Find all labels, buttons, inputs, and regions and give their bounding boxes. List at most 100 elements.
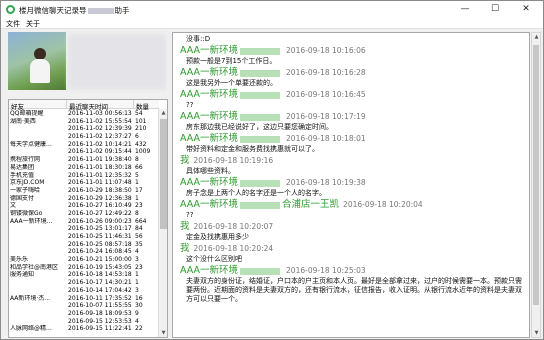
chat-scroll-thumb[interactable] <box>533 45 539 305</box>
chat-scrollbar[interactable]: ▲ ▼ <box>531 32 541 338</box>
table-row[interactable]: 人脉网络@精... 2016-09-15 11:22:41 22 <box>9 325 159 333</box>
last-chat-time: 2016-10-17 14:30:21 <box>68 279 132 287</box>
last-chat-time: 2016-09-15 11:22:41 <box>68 325 132 333</box>
table-row[interactable]: 湖南·美西 2016-11-02 15:55:54 101 <box>9 118 159 126</box>
redacted-sender-name <box>240 201 281 209</box>
redacted-sender-name <box>240 47 281 55</box>
minimize-button[interactable]: — <box>451 1 479 18</box>
table-row[interactable]: 2016-10-24 16:08:45 4 <box>9 248 159 256</box>
last-chat-time: 2016-10-11 17:35:52 <box>68 294 132 302</box>
message-text: ?? <box>186 211 194 219</box>
scroll-down-arrow-icon[interactable]: ▼ <box>160 330 167 336</box>
table-row[interactable]: AAA一新环境... 2016-10-26 09:00:23 664 <box>9 218 159 226</box>
table-scroll-thumb[interactable] <box>160 119 167 229</box>
table-scrollbar[interactable]: ▲ ▼ <box>158 109 167 337</box>
message-timestamp: 2016-09-18 10:20:04 <box>343 200 423 209</box>
table-row[interactable]: 美乐乐 2016-10-21 15:00:00 3 <box>9 256 159 264</box>
last-chat-time: 2016-10-29 12:36:38 <box>68 194 132 202</box>
table-row[interactable]: 文 2016-10-27 16:10:49 23 <box>9 202 159 210</box>
message-count: 6 <box>135 133 139 141</box>
menu-about[interactable]: 关于 <box>26 19 40 29</box>
menu-bar: 文件 关于 <box>1 18 543 29</box>
message-timestamp: 2016-09-18 10:19:16 <box>193 156 274 165</box>
table-row[interactable]: 2016-11-02 12:37:27 6 <box>9 133 159 141</box>
contacts-panel: 好友 最近聊天时间 数量 QQ邮箱提醒 2016-11-03 00:56:13 54… <box>8 32 168 338</box>
message-count: 54 <box>135 110 143 117</box>
message-count: 210 <box>135 125 147 133</box>
column-divider[interactable] <box>133 100 134 109</box>
scroll-up-arrow-icon[interactable]: ▲ <box>160 110 167 116</box>
contact-name: 美乐乐 <box>10 256 29 264</box>
table-row[interactable]: 携程旅行网 2016-11-01 19:38:40 8 <box>9 156 159 164</box>
last-chat-time: 2016-10-25 11:46:31 <box>68 233 132 240</box>
message-count: 84 <box>135 225 143 233</box>
table-row[interactable]: 2016-10-25 08:57:18 35 <box>9 241 159 249</box>
message-timestamp: 2016-09-18 10:16:06 <box>286 46 366 55</box>
title-bar[interactable]: 楼月微信聊天记录导 助手 — ☐ ✕ <box>1 1 543 18</box>
table-row[interactable]: 2016-11-02 12:39:39 210 <box>9 125 159 133</box>
message-count: 1009 <box>135 148 151 156</box>
message-sender: AAA一新环境 <box>180 67 239 78</box>
table-row[interactable]: 京东JD.COM 2016-11-01 11:07:48 1 <box>9 179 159 187</box>
message-header: AAA一新环境 2016-09-18 10:25:03 <box>180 264 525 277</box>
column-header-count[interactable]: 数量 <box>136 101 149 111</box>
table-row[interactable]: 和品学社@南港区 2016-10-19 15:43:05 23 <box>9 264 159 272</box>
message-sender: AAA一新环境 <box>180 45 239 56</box>
window-title: 楼月微信聊天记录导 助手 <box>19 5 130 16</box>
menu-file[interactable]: 文件 <box>6 19 20 29</box>
message-timestamp: 2016-09-18 10:16:28 <box>286 68 366 77</box>
column-divider[interactable] <box>66 100 67 109</box>
last-chat-time: 2016-11-02 10:14:21 <box>68 140 132 148</box>
table-row[interactable]: 2016-09-15 12:53:53 4 <box>9 318 159 326</box>
maximize-button[interactable]: ☐ <box>481 1 509 18</box>
last-chat-time: 2016-10-27 12:49:22 <box>68 209 132 217</box>
message-text: 房子念是上两个人的名字还是一个人的名字。 <box>186 189 326 197</box>
table-row[interactable]: 2016-09-18 18:09:53 9 <box>9 310 159 318</box>
table-row[interactable]: 服务通知 2016-10-18 14:53:18 1 <box>9 271 159 279</box>
last-chat-time: 2016-10-18 14:53:18 <box>68 271 132 279</box>
table-row[interactable]: 易达集团 2016-11-01 18:30:18 66 <box>9 164 159 172</box>
message-count: 3 <box>135 286 139 294</box>
table-row[interactable]: 2016-10-17 14:30:21 1 <box>9 279 159 287</box>
last-chat-time: 2016-11-01 12:35:32 <box>68 171 132 179</box>
table-row[interactable]: QQ邮箱提醒 2016-11-03 00:56:13 54 <box>9 110 159 118</box>
table-row[interactable]: 2016-11-02 09:15:44 1009 <box>9 148 159 156</box>
close-button[interactable]: ✕ <box>512 1 540 18</box>
table-row[interactable]: 德国支付 2016-10-29 12:36:38 1 <box>9 195 159 203</box>
message-count: 8 <box>135 209 139 217</box>
window-title-prefix: 楼月微信聊天记录导 <box>19 6 87 15</box>
contact-name: AAA一新环境... <box>10 217 53 225</box>
scroll-up-arrow-icon[interactable]: ▲ <box>533 34 540 40</box>
column-header-friend[interactable]: 好友 <box>11 101 24 111</box>
table-row[interactable]: 手机充值 2016-11-01 12:35:32 5 <box>9 172 159 180</box>
table-row[interactable]: 2016-10-25 13:01:17 84 <box>9 225 159 233</box>
table-row[interactable]: 一家子嗨哈 2016-10-29 18:38:50 17 <box>9 187 159 195</box>
last-chat-time: 2016-10-07 11:55:55 <box>68 302 132 310</box>
table-row[interactable]: AA新环境·杰... 2016-10-11 17:35:52 16 <box>9 295 159 303</box>
column-header-last-chat-time[interactable]: 最近聊天时间 <box>69 101 108 111</box>
chat-history-panel[interactable]: 没事::D AAA一新环境 2016-09-18 10:16:06 预款一般是7到15… <box>172 32 530 338</box>
table-row[interactable]: 2016-10-07 11:55:55 30 <box>9 302 159 310</box>
message-count: 8 <box>135 156 139 164</box>
table-header: 好友 最近聊天时间 数量 <box>9 100 159 111</box>
table-row[interactable]: 每天学点健康... 2016-11-02 10:14:21 432 <box>9 141 159 149</box>
table-row[interactable]: 钢镂微保Go 2016-10-27 12:49:22 8 <box>9 210 159 218</box>
last-chat-time: 2016-11-01 19:38:40 <box>68 156 132 164</box>
contact-name: 易达集团 <box>10 163 35 171</box>
profile-avatar <box>8 32 66 90</box>
contact-name: 一家子嗨哈 <box>10 186 41 194</box>
scroll-down-arrow-icon[interactable]: ▼ <box>533 330 540 336</box>
redacted-sender-name <box>240 113 281 121</box>
last-chat-time: 2016-10-24 16:08:45 <box>68 248 132 256</box>
last-chat-time: 2016-10-29 18:38:50 <box>68 186 132 194</box>
message-header: 我 2016-09-18 10:20:07 <box>180 220 525 233</box>
redacted-sender-name <box>240 69 281 77</box>
message-sender: 我 <box>180 221 190 232</box>
contact-name: 每天学点健康... <box>10 140 52 148</box>
contact-name: 湖南·美西 <box>10 117 36 125</box>
message-header: AAA一新环境 2016-09-18 10:16:45 <box>180 88 525 101</box>
table-row[interactable]: 2016-10-25 11:46:31 56 <box>9 233 159 241</box>
table-row[interactable]: 2016-10-14 17:04:42 3 <box>9 287 159 295</box>
table-body: QQ邮箱提醒 2016-11-03 00:56:13 54 湖南·美西 2016-11-… <box>9 110 159 333</box>
message-count: 432 <box>135 140 147 148</box>
